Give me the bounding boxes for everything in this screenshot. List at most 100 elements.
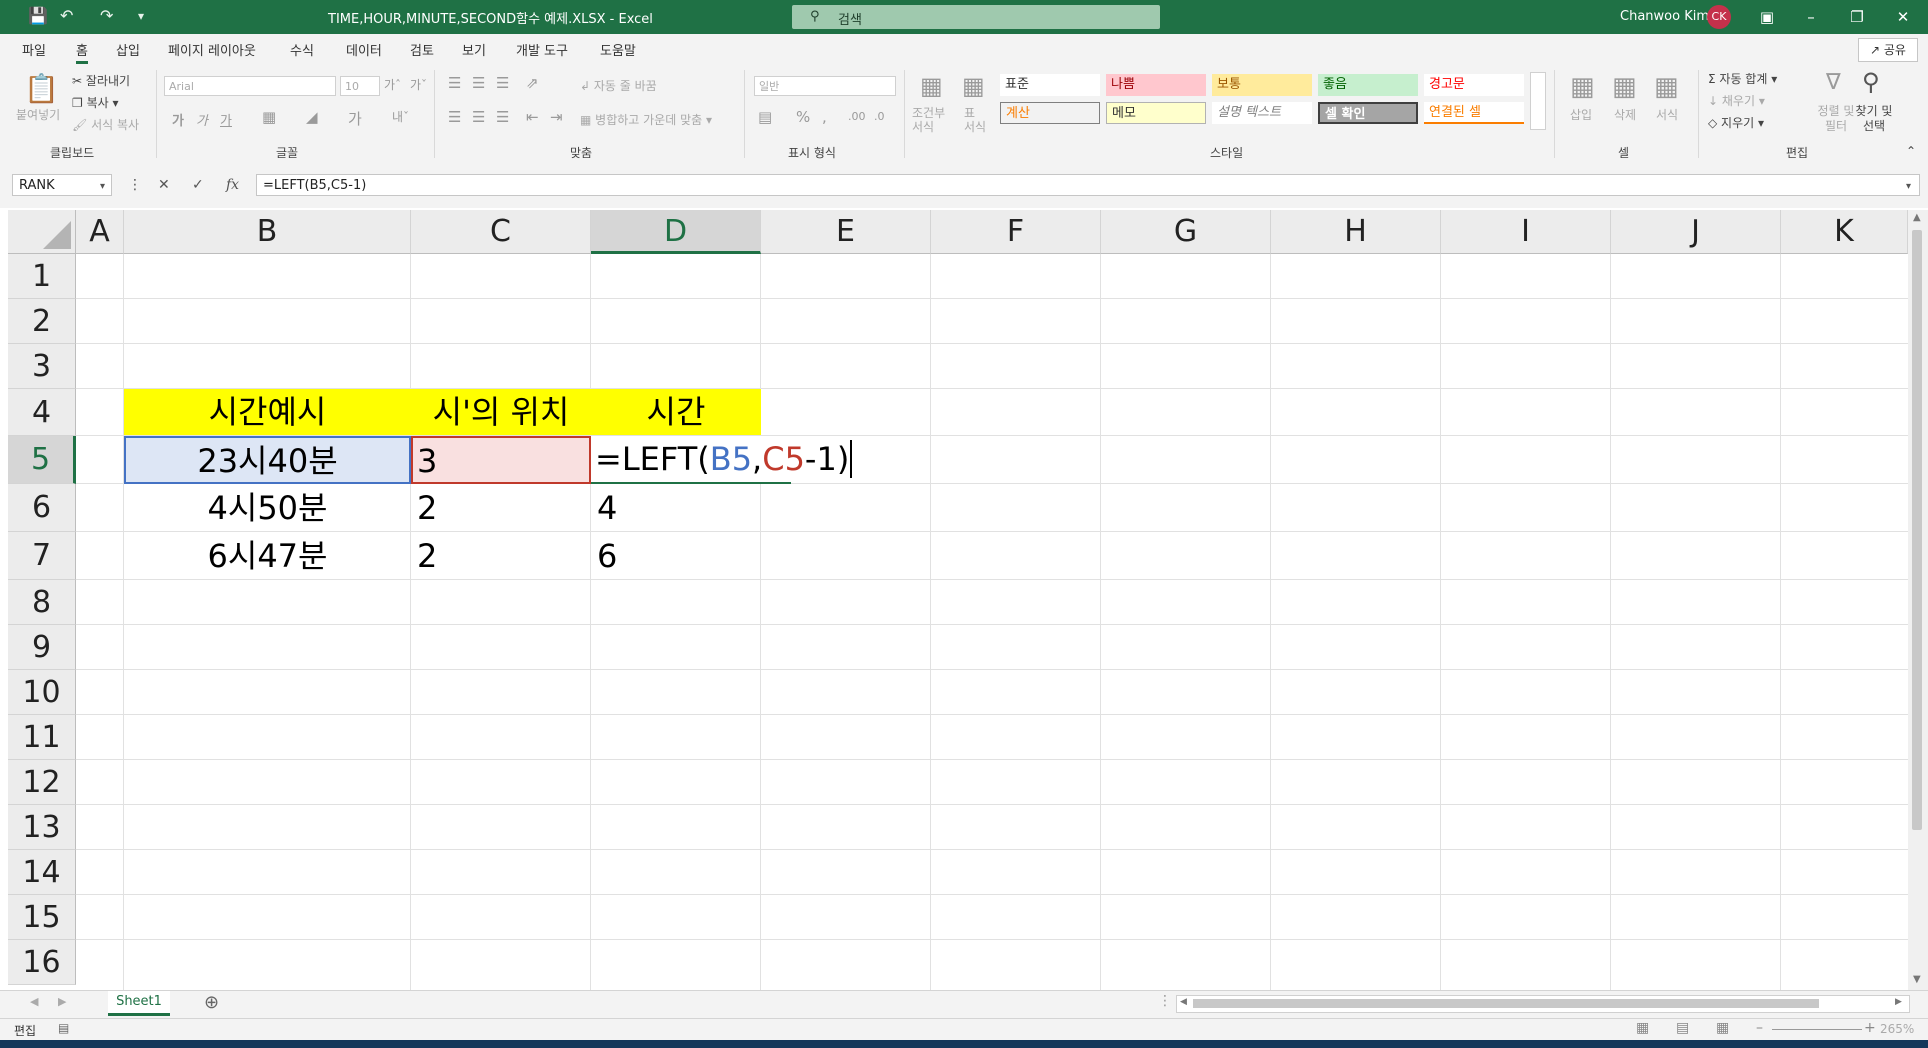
row-header-11[interactable]: 11 <box>8 715 76 760</box>
minimize-icon[interactable]: – <box>1796 5 1826 29</box>
row-header-12[interactable]: 12 <box>8 760 76 805</box>
increase-font-icon[interactable]: 가ˆ <box>384 76 401 93</box>
tab-help[interactable]: 도움말 <box>600 40 636 59</box>
column-header-e[interactable]: E <box>761 210 931 254</box>
percent-icon[interactable]: % <box>796 108 810 126</box>
insert-cells-icon[interactable]: ▦ <box>1570 72 1595 102</box>
cell-c7[interactable]: 2 <box>411 532 591 580</box>
expand-formula-icon[interactable]: ▾ <box>1906 181 1911 192</box>
decrease-font-icon[interactable]: 가ˇ <box>410 76 427 93</box>
orientation-icon[interactable]: ⇗ <box>526 74 539 92</box>
zoom-slider[interactable] <box>1772 1029 1862 1030</box>
cell-b7[interactable]: 6시47분 <box>124 532 411 580</box>
row-header-9[interactable]: 9 <box>8 625 76 670</box>
row-header-14[interactable]: 14 <box>8 850 76 895</box>
name-box[interactable]: RANK <box>12 174 112 196</box>
column-header-a[interactable]: A <box>76 210 124 254</box>
vertical-scrollbar[interactable]: ▲ ▼ <box>1908 210 1928 990</box>
row-header-5[interactable]: 5 <box>8 436 76 484</box>
align-top-icon[interactable]: ☰ <box>448 74 461 92</box>
row-header-13[interactable]: 13 <box>8 805 76 850</box>
tab-insert[interactable]: 삽입 <box>116 40 140 59</box>
column-header-f[interactable]: F <box>931 210 1101 254</box>
zoom-out-icon[interactable]: – <box>1756 1020 1763 1036</box>
column-header-k[interactable]: K <box>1781 210 1908 254</box>
tab-page-layout[interactable]: 페이지 레이아웃 <box>168 40 256 59</box>
conditional-format-icon[interactable]: ▦ <box>920 72 943 100</box>
cut-button[interactable]: ✂ 잘라내기 <box>72 72 130 89</box>
format-as-table-icon[interactable]: ▦ <box>962 72 985 100</box>
scroll-up-icon[interactable]: ▲ <box>1913 212 1921 223</box>
wrap-text-button[interactable]: ↲ 자동 줄 바꿈 <box>580 77 657 94</box>
italic-icon[interactable]: 가 <box>196 110 208 129</box>
scroll-down-icon[interactable]: ▼ <box>1913 974 1921 985</box>
font-name-combo[interactable]: Arial <box>164 76 336 96</box>
sort-filter-icon[interactable]: ∇ <box>1826 70 1841 95</box>
avatar[interactable]: CK <box>1707 5 1731 29</box>
format-cells-button[interactable]: 서식 <box>1656 106 1678 123</box>
cell-d6[interactable]: 4 <box>591 484 761 532</box>
styles-gallery-scroll[interactable] <box>1530 72 1546 130</box>
border-icon[interactable]: ▦ <box>262 108 276 126</box>
page-break-view-icon[interactable]: ▦ <box>1716 1020 1729 1036</box>
cell-c6[interactable]: 2 <box>411 484 591 532</box>
zoom-level[interactable]: 265% <box>1880 1022 1914 1036</box>
cell-d7[interactable]: 6 <box>591 532 761 580</box>
row-header-2[interactable]: 2 <box>8 299 76 344</box>
normal-view-icon[interactable]: ▦ <box>1636 1020 1649 1036</box>
copy-button[interactable]: ❐ 복사 ▾ <box>72 94 119 111</box>
scroll-right-icon[interactable]: ▶ <box>1895 997 1902 1007</box>
cell-b5[interactable]: 23시40분 <box>124 436 411 484</box>
row-header-1[interactable]: 1 <box>8 254 76 299</box>
row-header-16[interactable]: 16 <box>8 940 76 985</box>
row-header-4[interactable]: 4 <box>8 389 76 436</box>
format-painter-button[interactable]: 🖌 서식 복사 <box>72 116 139 133</box>
row-header-7[interactable]: 7 <box>8 532 76 580</box>
column-header-d[interactable]: D <box>591 210 761 254</box>
fill-color-icon[interactable]: ◢ <box>306 108 318 126</box>
conditional-format-button[interactable]: 조건부 서식 <box>912 106 954 134</box>
comma-icon[interactable]: , <box>822 108 827 126</box>
tab-developer[interactable]: 개발 도구 <box>516 40 568 59</box>
tab-data[interactable]: 데이터 <box>346 40 382 59</box>
tab-formulas[interactable]: 수식 <box>290 40 314 59</box>
underline-icon[interactable]: 가 <box>220 110 232 129</box>
align-bottom-icon[interactable]: ☰ <box>496 74 509 92</box>
cell-b6[interactable]: 4시50분 <box>124 484 411 532</box>
format-as-table-button[interactable]: 표 서식 <box>964 106 988 134</box>
row-header-15[interactable]: 15 <box>8 895 76 940</box>
tab-home[interactable]: 홈 <box>76 40 88 64</box>
cell-d5-editing[interactable]: =LEFT(B5,C5-1) <box>591 436 853 484</box>
user-name[interactable]: Chanwoo Kim <box>1620 9 1709 24</box>
paste-icon[interactable]: 📋 <box>24 72 59 105</box>
style-calculation[interactable]: 계산 <box>1000 102 1100 124</box>
merge-center-button[interactable]: ▦ 병합하고 가운데 맞춤 ▾ <box>580 111 712 128</box>
row-header-8[interactable]: 8 <box>8 580 76 625</box>
select-all-button[interactable] <box>8 210 76 254</box>
close-icon[interactable]: ✕ <box>1888 5 1918 29</box>
column-header-g[interactable]: G <box>1101 210 1271 254</box>
zoom-in-icon[interactable]: + <box>1864 1020 1876 1036</box>
tab-review[interactable]: 검토 <box>410 40 434 59</box>
column-header-i[interactable]: I <box>1441 210 1611 254</box>
column-header-j[interactable]: J <box>1611 210 1781 254</box>
find-select-button[interactable]: 찾기 및 선택 <box>1850 104 1898 134</box>
format-cells-icon[interactable]: ▦ <box>1654 72 1679 102</box>
font-size-combo[interactable]: 10 <box>340 76 380 96</box>
currency-icon[interactable]: ▤ <box>758 108 772 126</box>
style-linked-cell[interactable]: 연결된 셀 <box>1424 102 1524 124</box>
style-note[interactable]: 메모 <box>1106 102 1206 124</box>
add-sheet-icon[interactable]: ⊕ <box>204 992 219 1013</box>
style-check-cell[interactable]: 셀 확인 <box>1318 102 1418 124</box>
name-box-dropdown-icon[interactable]: ▾ <box>100 181 105 192</box>
insert-cells-button[interactable]: 삽입 <box>1570 106 1592 123</box>
delete-cells-icon[interactable]: ▦ <box>1612 72 1637 102</box>
prev-sheet-icon[interactable]: ◀ <box>30 995 38 1008</box>
row-header-3[interactable]: 3 <box>8 344 76 389</box>
paste-button[interactable]: 붙여넣기 <box>16 106 60 123</box>
font-color-icon[interactable]: 가 <box>348 108 362 129</box>
page-layout-view-icon[interactable]: ▤ <box>1676 1020 1689 1036</box>
scroll-left-icon[interactable]: ◀ <box>1180 997 1187 1007</box>
align-left-icon[interactable]: ☰ <box>448 108 461 126</box>
column-header-b[interactable]: B <box>124 210 411 254</box>
